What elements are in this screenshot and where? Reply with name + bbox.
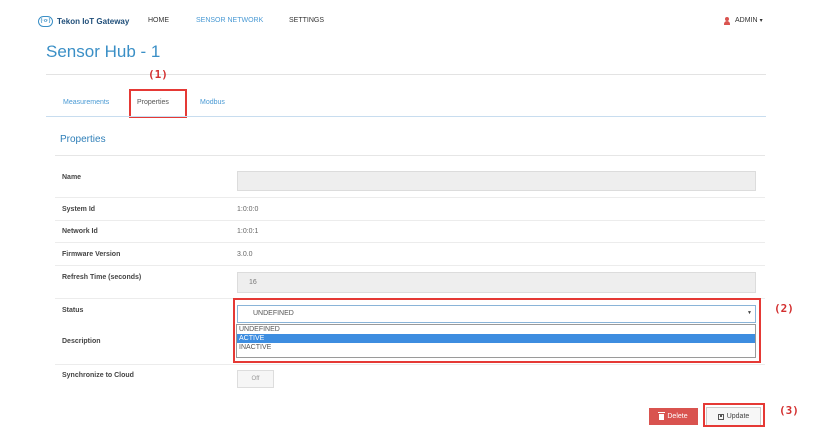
row-divider	[55, 242, 765, 243]
name-field[interactable]	[237, 171, 756, 191]
refresh-time-label: Refresh Time (seconds)	[62, 274, 142, 281]
annotation-1: (1)	[148, 68, 168, 81]
user-menu[interactable]: ADMIN ▾	[724, 13, 763, 29]
row-divider	[55, 197, 765, 198]
brand-logo[interactable]: (·o·) Tekon IoT Gateway	[38, 13, 129, 29]
status-label: Status	[62, 307, 84, 314]
row-divider	[55, 364, 765, 365]
network-id-label: Network Id	[62, 228, 98, 235]
section-title: Properties	[60, 134, 106, 145]
refresh-time-field[interactable]: 16	[237, 272, 756, 293]
tab-underline	[46, 116, 766, 117]
system-id-label: System Id	[62, 206, 96, 213]
annotation-2: (2)	[774, 302, 794, 315]
nav-settings[interactable]: SETTINGS	[289, 13, 324, 29]
caret-down-icon: ▾	[759, 18, 763, 24]
row-divider	[55, 220, 765, 221]
annotation-3: (3)	[779, 404, 799, 417]
delete-label: Delete	[667, 413, 688, 420]
delete-button[interactable]: Delete	[649, 408, 698, 425]
nav-sensor-network[interactable]: SENSOR NETWORK	[196, 13, 263, 29]
brand-text: Tekon IoT Gateway	[57, 16, 130, 26]
synchronize-label: Synchronize to Cloud	[62, 372, 134, 379]
firmware-version-value: 3.0.0	[237, 251, 253, 258]
synchronize-toggle[interactable]: Off	[237, 370, 274, 388]
name-label: Name	[62, 174, 82, 181]
row-divider	[55, 265, 765, 266]
user-label: ADMIN	[735, 17, 758, 24]
tab-properties[interactable]: Properties	[137, 99, 169, 106]
tab-measurements[interactable]: Measurements	[63, 99, 109, 106]
nav-home[interactable]: HOME	[148, 13, 169, 29]
firmware-version-label: Firmware Version	[62, 251, 121, 258]
tab-modbus[interactable]: Modbus	[200, 99, 225, 106]
logo-icon: (·o·)	[38, 15, 53, 27]
user-icon	[724, 17, 730, 25]
trash-icon	[658, 411, 666, 420]
description-label: Description	[62, 338, 101, 345]
network-id-value: 1:0:0:1	[237, 228, 259, 235]
page-title: Sensor Hub - 1	[46, 42, 161, 61]
system-id-value: 1:0:0:0	[237, 206, 259, 213]
annotation-box-3	[703, 403, 765, 427]
divider	[55, 155, 765, 156]
annotation-box-2	[233, 298, 761, 363]
